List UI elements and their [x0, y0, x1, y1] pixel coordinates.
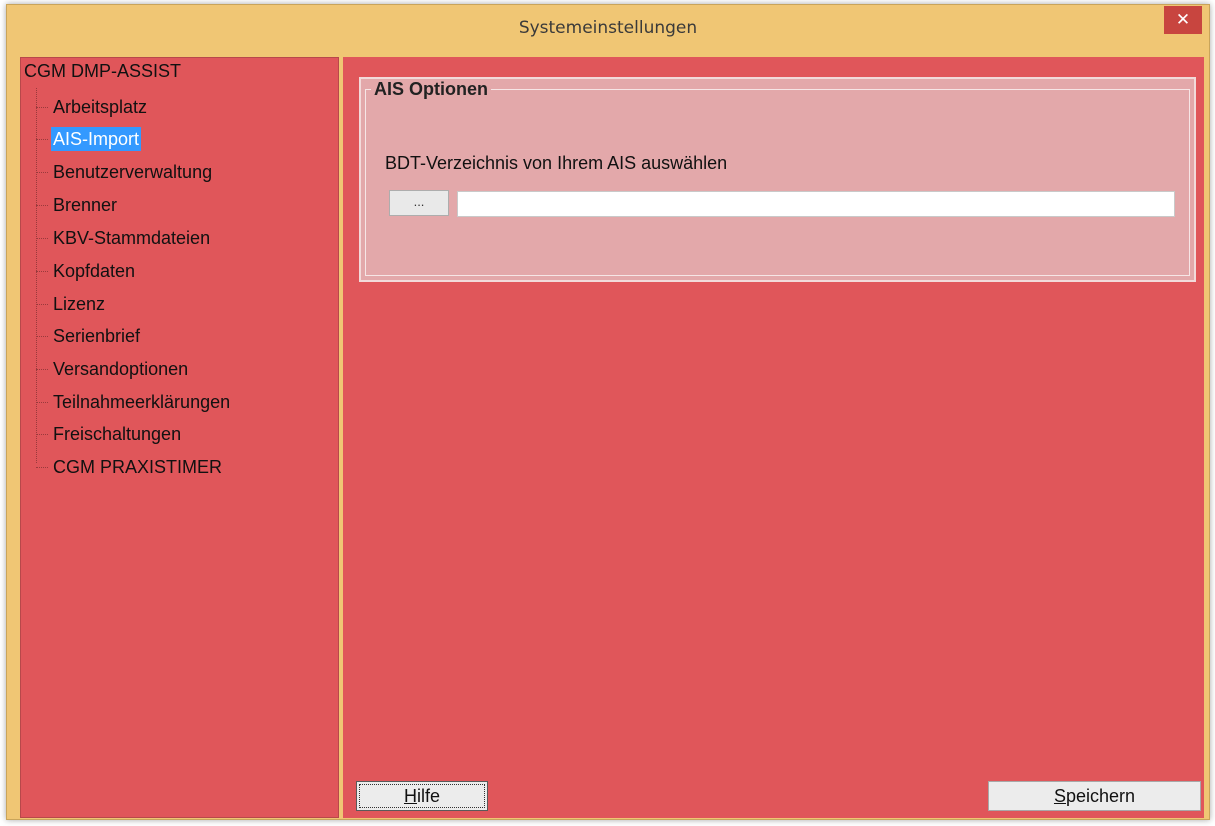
bdt-path-input[interactable]: [457, 191, 1175, 217]
close-icon: ✕: [1175, 10, 1191, 30]
tree-item-kopfdaten[interactable]: Kopfdaten: [35, 259, 137, 283]
tree-item-serienbrief[interactable]: Serienbrief: [35, 324, 142, 348]
help-button[interactable]: Hilfe: [356, 781, 488, 811]
window-title: Systemeinstellungen: [518, 18, 698, 38]
group-title: AIS Optionen: [371, 79, 491, 100]
tree-item-cgm-praxistimer[interactable]: CGM PRAXISTIMER: [35, 455, 224, 479]
settings-tree: CGM DMP-ASSIST Arbeitsplatz AIS-Import B…: [20, 57, 339, 818]
tree-item-lizenz[interactable]: Lizenz: [35, 292, 107, 316]
tree-item-arbeitsplatz[interactable]: Arbeitsplatz: [35, 95, 149, 119]
tree-connector-lines: [36, 88, 51, 463]
close-button[interactable]: ✕: [1164, 6, 1202, 34]
save-label: peichern: [1065, 786, 1136, 806]
tree-item-kbv-stammdateien[interactable]: KBV-Stammdateien: [35, 226, 212, 250]
help-accel-key: H: [403, 786, 417, 806]
title-bar: Systemeinstellungen ✕: [7, 5, 1209, 53]
tree-item-ais-import[interactable]: AIS-Import: [35, 127, 142, 151]
tree-item-teilnahmeerklaerungen[interactable]: Teilnahmeerklärungen: [35, 390, 232, 414]
tree-item-freischaltungen[interactable]: Freischaltungen: [35, 422, 183, 446]
tree-item-benutzerverwaltung[interactable]: Benutzerverwaltung: [35, 160, 214, 184]
tree-item-versandoptionen[interactable]: Versandoptionen: [35, 357, 190, 381]
content-panel: AIS Optionen BDT-Verzeichnis von Ihrem A…: [343, 57, 1204, 818]
settings-window: Systemeinstellungen ✕ CGM DMP-ASSIST Arb…: [6, 4, 1210, 820]
ais-options-group: AIS Optionen BDT-Verzeichnis von Ihrem A…: [359, 77, 1196, 282]
browse-button[interactable]: ...: [389, 190, 449, 216]
save-button[interactable]: Speichern: [988, 781, 1201, 811]
group-frame: [365, 89, 1190, 276]
tree-root[interactable]: CGM DMP-ASSIST: [24, 61, 181, 82]
bdt-directory-label: BDT-Verzeichnis von Ihrem AIS auswählen: [385, 153, 728, 173]
help-label: ilfe: [416, 786, 440, 806]
tree-item-brenner[interactable]: Brenner: [35, 193, 119, 217]
save-accel-key: S: [1053, 786, 1066, 806]
